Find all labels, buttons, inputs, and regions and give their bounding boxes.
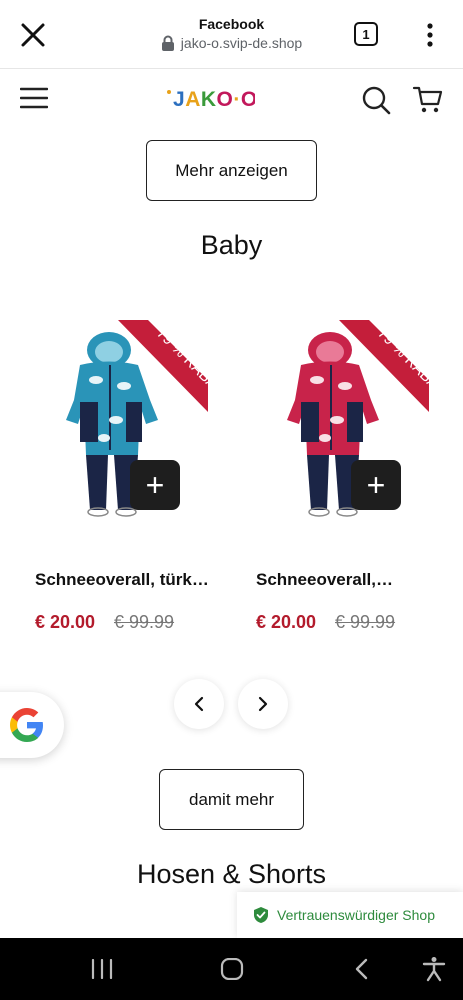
more-options-icon[interactable] — [420, 22, 440, 48]
show-more-button[interactable]: Mehr anzeigen — [146, 140, 317, 201]
carousel-prev-button[interactable] — [174, 679, 224, 729]
lock-icon — [161, 35, 174, 51]
shield-check-icon — [254, 907, 268, 923]
product-price: € 20.00 — [256, 612, 317, 632]
recent-apps-icon[interactable] — [90, 959, 114, 979]
page-source-title: Facebook — [198, 16, 265, 32]
cart-icon[interactable] — [412, 84, 444, 114]
site-logo[interactable]: JAKO·O — [165, 84, 257, 112]
google-g-icon — [10, 708, 43, 742]
product-old-price: € 99.99 — [335, 612, 396, 632]
url-row: jako-o.svip-de.shop — [120, 35, 343, 51]
system-navigation-bar — [0, 938, 463, 1000]
product-price: € 20.00 — [35, 612, 96, 632]
menu-icon[interactable] — [20, 87, 48, 109]
close-icon[interactable] — [18, 20, 48, 50]
product-old-price: € 99.99 — [114, 612, 175, 632]
search-icon[interactable] — [360, 84, 392, 116]
product-card[interactable]: 79 % RABATT + Schneeoverall,… € 20.00 € … — [239, 320, 429, 640]
back-icon[interactable] — [353, 958, 369, 980]
section-title-pants: Hosen & Shorts — [136, 859, 327, 889]
svg-text:JAKO·O: JAKO·O — [173, 88, 255, 111]
product-name[interactable]: Schneeoverall,… — [256, 570, 393, 590]
carousel-next-button[interactable] — [238, 679, 288, 729]
product-name[interactable]: Schneeoverall, türk… — [35, 570, 209, 590]
chevron-left-icon — [194, 696, 204, 712]
browser-title-block[interactable]: Facebook jako-o.svip-de.shop — [120, 16, 343, 51]
home-icon[interactable] — [220, 958, 244, 980]
logo-graphic: JAKO·O — [167, 88, 257, 111]
product-card[interactable]: 79 % RABATT + Schneeoverall, türk… € 20.… — [18, 320, 209, 640]
trusted-shop-badge[interactable]: Vertrauenswürdiger Shop — [237, 892, 463, 938]
add-to-cart-button[interactable]: + — [130, 460, 180, 510]
url-text: jako-o.svip-de.shop — [180, 35, 303, 51]
add-to-cart-button[interactable]: + — [351, 460, 401, 510]
section-title-baby: Baby — [200, 230, 263, 260]
trusted-shop-label: Vertrauenswürdiger Shop — [277, 907, 435, 923]
more-button[interactable]: damit mehr — [159, 769, 304, 830]
tab-count-button[interactable]: 1 — [354, 22, 378, 46]
browser-toolbar: Facebook jako-o.svip-de.shop 1 — [0, 0, 463, 69]
chevron-right-icon — [258, 696, 268, 712]
google-reviews-badge[interactable] — [0, 692, 64, 758]
accessibility-icon[interactable] — [422, 956, 446, 982]
